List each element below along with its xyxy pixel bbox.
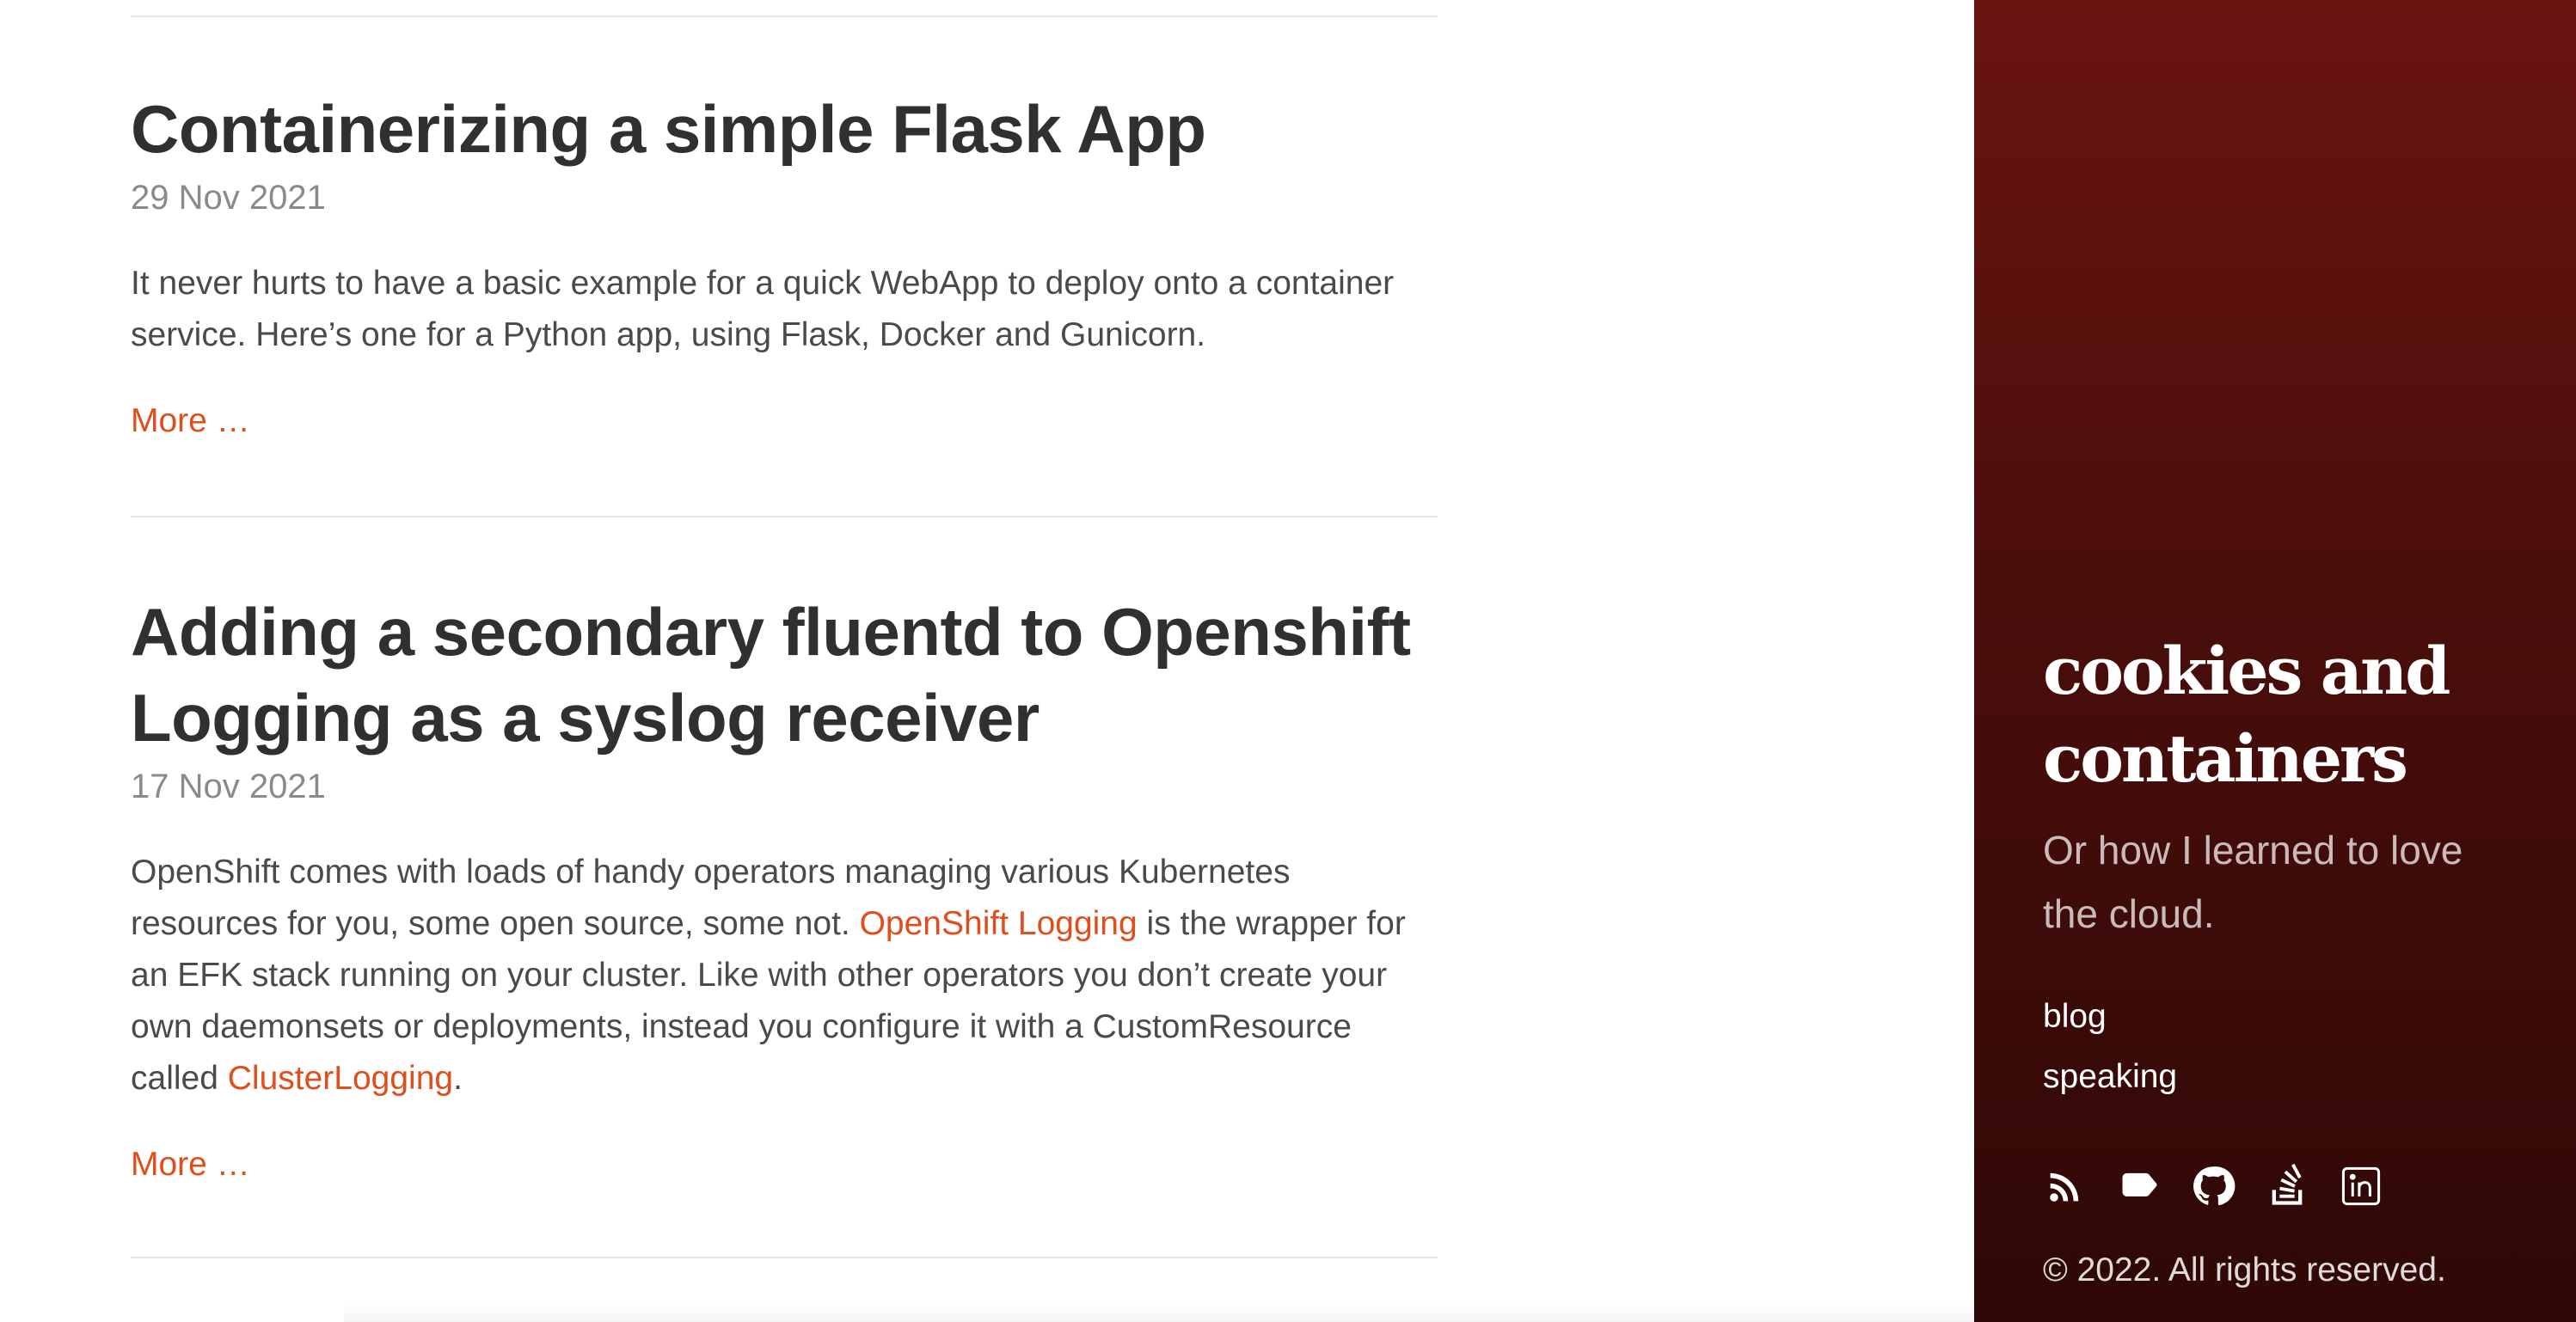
post-date: 17 Nov 2021 [131,768,326,805]
post-title[interactable]: Containerizing a simple Flask App [131,86,1438,172]
sidebar-content: cookies and containers Or how I learned … [2043,627,2524,1296]
post-item: Containerizing a simple Flask App 29 Nov… [131,86,1438,447]
sidebar-nav: blog speaking [2043,987,2524,1107]
rss-icon[interactable] [2043,1164,2088,1209]
site-tagline: Or how I learned to love the cloud. [2043,828,2463,936]
post-excerpt: It never hurts to have a basic example f… [131,265,1395,353]
page-bottom-shadow [344,1298,1974,1322]
nav-item-blog[interactable]: blog [2043,987,2524,1047]
more-link[interactable]: More … [131,1139,250,1190]
more-link[interactable]: More … [131,395,250,447]
copyright: © 2022. All rights reserved. [2043,1252,2446,1288]
github-icon[interactable] [2191,1164,2236,1209]
sidebar: cookies and containers Or how I learned … [1974,0,2576,1322]
tag-icon[interactable] [2117,1164,2162,1209]
post-item: Adding a secondary fluentd to Openshift … [131,589,1438,1190]
nav-item-speaking[interactable]: speaking [2043,1047,2524,1107]
post-title[interactable]: Adding a secondary fluentd to Openshift … [131,589,1438,761]
post-date: 29 Nov 2021 [131,179,326,217]
divider [131,516,1438,517]
stackoverflow-icon[interactable] [2265,1164,2309,1209]
linkedin-icon[interactable] [2339,1164,2383,1209]
site-title[interactable]: cookies and containers [2043,627,2524,803]
post-excerpt: OpenShift comes with loads of handy oper… [131,847,1438,1105]
openshift-logging-link[interactable]: OpenShift Logging [860,905,1138,942]
divider [131,1257,1438,1258]
social-links [2043,1160,2524,1212]
divider [131,15,1438,17]
clusterlogging-link[interactable]: ClusterLogging [228,1060,453,1097]
excerpt-text: . [453,1060,463,1097]
